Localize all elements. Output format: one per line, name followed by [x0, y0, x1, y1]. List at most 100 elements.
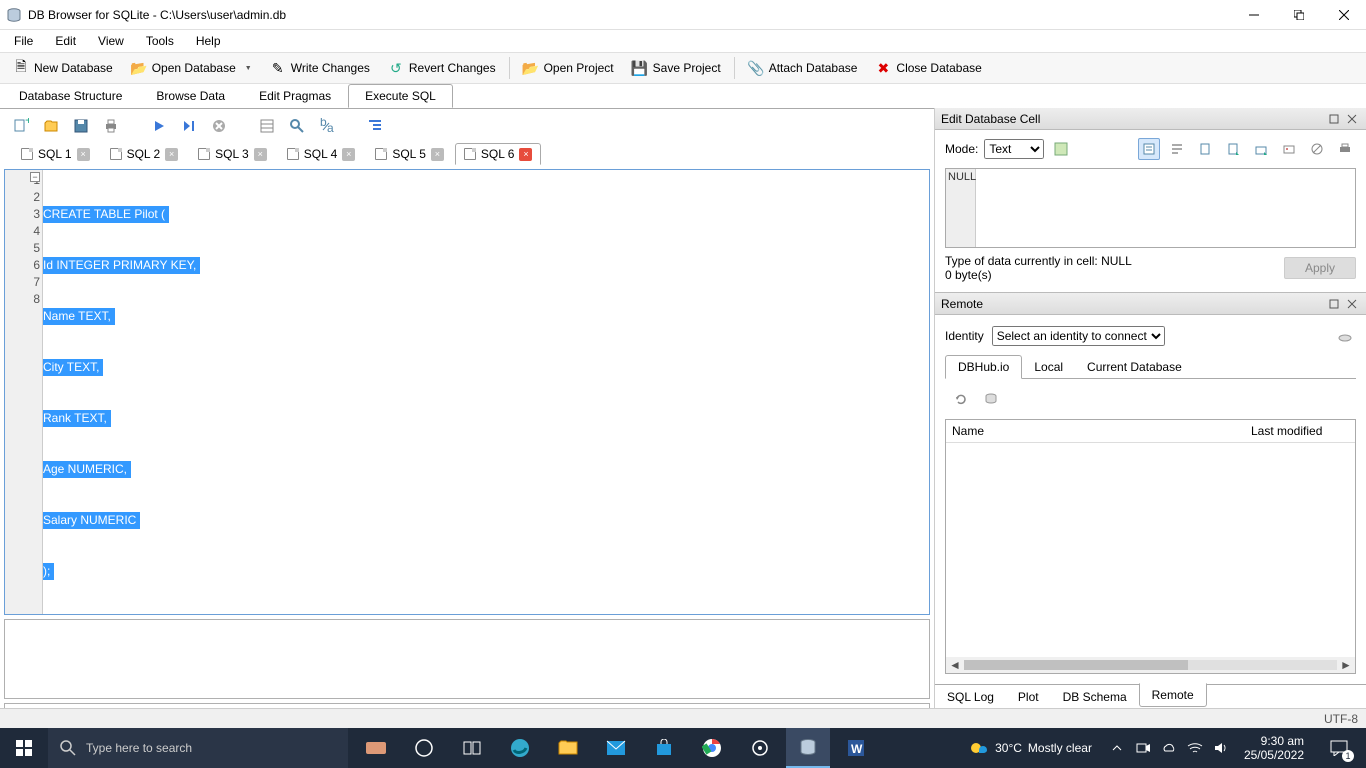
- remote-tab-local[interactable]: Local: [1022, 356, 1075, 378]
- menu-file[interactable]: File: [4, 32, 43, 50]
- execute-all-button[interactable]: [148, 115, 170, 137]
- scroll-left-icon[interactable]: ◄: [948, 658, 962, 672]
- tab-execute-sql[interactable]: Execute SQL: [348, 84, 453, 108]
- export-doc-icon[interactable]: [1222, 138, 1244, 160]
- horizontal-scrollbar[interactable]: ◄ ►: [946, 657, 1355, 673]
- scroll-track[interactable]: [964, 660, 1337, 670]
- save-results-button[interactable]: [256, 115, 278, 137]
- revert-changes-button[interactable]: ↺Revert Changes: [379, 56, 505, 80]
- weather-widget[interactable]: 30°C Mostly clear: [969, 738, 1092, 758]
- stop-button[interactable]: [208, 115, 230, 137]
- taskbar-taskview-icon[interactable]: [450, 728, 494, 768]
- bottom-tab-sql-log[interactable]: SQL Log: [935, 686, 1006, 708]
- cell-text-editor[interactable]: NULL: [945, 168, 1356, 248]
- taskbar-cortana-icon[interactable]: [402, 728, 446, 768]
- identity-select[interactable]: Select an identity to connect: [992, 326, 1165, 346]
- code-area[interactable]: CREATE TABLE Pilot ( Id INTEGER PRIMARY …: [43, 170, 929, 614]
- open-sql-file-button[interactable]: [40, 115, 62, 137]
- close-icon[interactable]: ×: [165, 148, 178, 161]
- taskbar-sqlite-icon[interactable]: [786, 728, 830, 768]
- close-database-button[interactable]: ✖Close Database: [866, 56, 990, 80]
- sql-tab-1[interactable]: SQL 1×: [12, 143, 99, 165]
- close-icon[interactable]: ×: [77, 148, 90, 161]
- close-icon[interactable]: ×: [519, 148, 532, 161]
- close-icon[interactable]: ×: [254, 148, 267, 161]
- tray-meet-icon[interactable]: [1134, 739, 1152, 757]
- taskbar-news-icon[interactable]: [354, 728, 398, 768]
- close-panel-icon[interactable]: [1344, 111, 1360, 127]
- sql-editor[interactable]: 12345678 − CREATE TABLE Pilot ( Id INTEG…: [4, 169, 930, 615]
- undock-icon[interactable]: [1326, 111, 1342, 127]
- refresh-icon[interactable]: [953, 391, 969, 407]
- indent-button[interactable]: [364, 115, 386, 137]
- open-project-button[interactable]: 📂Open Project: [514, 56, 623, 80]
- save-sql-button[interactable]: [70, 115, 92, 137]
- output-log[interactable]: Execution finished without errors. Resul…: [4, 703, 930, 708]
- scroll-thumb[interactable]: [964, 660, 1188, 670]
- notification-button[interactable]: 1: [1318, 728, 1360, 768]
- close-icon[interactable]: ×: [342, 148, 355, 161]
- open-database-button[interactable]: 📂Open Database▼: [122, 56, 261, 80]
- attach-database-button[interactable]: 📎Attach Database: [739, 56, 867, 80]
- tray-volume-icon[interactable]: [1212, 739, 1230, 757]
- remote-tab-dbhub[interactable]: DBHub.io: [945, 355, 1022, 379]
- export-icon[interactable]: [1250, 138, 1272, 160]
- write-changes-button[interactable]: ✎Write Changes: [261, 56, 379, 80]
- taskbar-edge-icon[interactable]: [498, 728, 542, 768]
- find-replace-button[interactable]: ba: [316, 115, 338, 137]
- new-database-button[interactable]: 🗎New Database: [4, 56, 122, 80]
- close-panel-icon[interactable]: [1344, 296, 1360, 312]
- apply-button[interactable]: Apply: [1284, 257, 1356, 279]
- import-icon[interactable]: [1194, 138, 1216, 160]
- scroll-right-icon[interactable]: ►: [1339, 658, 1353, 672]
- menu-edit[interactable]: Edit: [45, 32, 86, 50]
- tray-onedrive-icon[interactable]: [1160, 739, 1178, 757]
- null-icon[interactable]: [1306, 138, 1328, 160]
- fold-icon[interactable]: −: [30, 172, 40, 182]
- save-project-button[interactable]: 💾Save Project: [623, 56, 730, 80]
- start-button[interactable]: [0, 728, 48, 768]
- tab-database-structure[interactable]: Database Structure: [2, 84, 139, 108]
- taskbar-mail-icon[interactable]: [594, 728, 638, 768]
- justify-icon[interactable]: [1166, 138, 1188, 160]
- system-clock[interactable]: 9:30 am 25/05/2022: [1238, 734, 1310, 762]
- taskbar-search[interactable]: Type here to search: [48, 728, 348, 768]
- column-modified[interactable]: Last modified: [1245, 420, 1355, 442]
- execute-line-button[interactable]: [178, 115, 200, 137]
- find-button[interactable]: [286, 115, 308, 137]
- menu-view[interactable]: View: [88, 32, 134, 50]
- taskbar-word-icon[interactable]: W: [834, 728, 878, 768]
- tab-browse-data[interactable]: Browse Data: [139, 84, 242, 108]
- mode-select[interactable]: Text: [984, 139, 1044, 159]
- new-tab-button[interactable]: +: [10, 115, 32, 137]
- text-mode-icon[interactable]: [1138, 138, 1160, 160]
- remote-tab-current[interactable]: Current Database: [1075, 356, 1194, 378]
- taskbar-settings-icon[interactable]: [738, 728, 782, 768]
- image-icon[interactable]: [1278, 138, 1300, 160]
- sql-tab-5[interactable]: SQL 5×: [366, 143, 453, 165]
- maximize-button[interactable]: [1276, 0, 1321, 30]
- tray-chevron-icon[interactable]: [1108, 739, 1126, 757]
- cell-print-icon[interactable]: [1334, 138, 1356, 160]
- taskbar-chrome-icon[interactable]: [690, 728, 734, 768]
- sql-tab-2[interactable]: SQL 2×: [101, 143, 188, 165]
- taskbar-explorer-icon[interactable]: [546, 728, 590, 768]
- close-icon[interactable]: ×: [431, 148, 444, 161]
- taskbar-store-icon[interactable]: [642, 728, 686, 768]
- tab-edit-pragmas[interactable]: Edit Pragmas: [242, 84, 348, 108]
- undock-icon[interactable]: [1326, 296, 1342, 312]
- bottom-tab-plot[interactable]: Plot: [1006, 686, 1051, 708]
- sql-tab-3[interactable]: SQL 3×: [189, 143, 276, 165]
- auto-switch-icon[interactable]: [1050, 138, 1072, 160]
- cloud-icon[interactable]: [1334, 325, 1356, 347]
- close-window-button[interactable]: [1321, 0, 1366, 30]
- menu-tools[interactable]: Tools: [136, 32, 184, 50]
- minimize-button[interactable]: [1231, 0, 1276, 30]
- bottom-tab-remote[interactable]: Remote: [1139, 683, 1207, 707]
- print-button[interactable]: [100, 115, 122, 137]
- sql-tab-6[interactable]: SQL 6×: [455, 143, 542, 165]
- bottom-tab-db-schema[interactable]: DB Schema: [1051, 686, 1139, 708]
- column-name[interactable]: Name: [946, 420, 1245, 442]
- clone-icon[interactable]: [983, 391, 999, 407]
- menu-help[interactable]: Help: [186, 32, 231, 50]
